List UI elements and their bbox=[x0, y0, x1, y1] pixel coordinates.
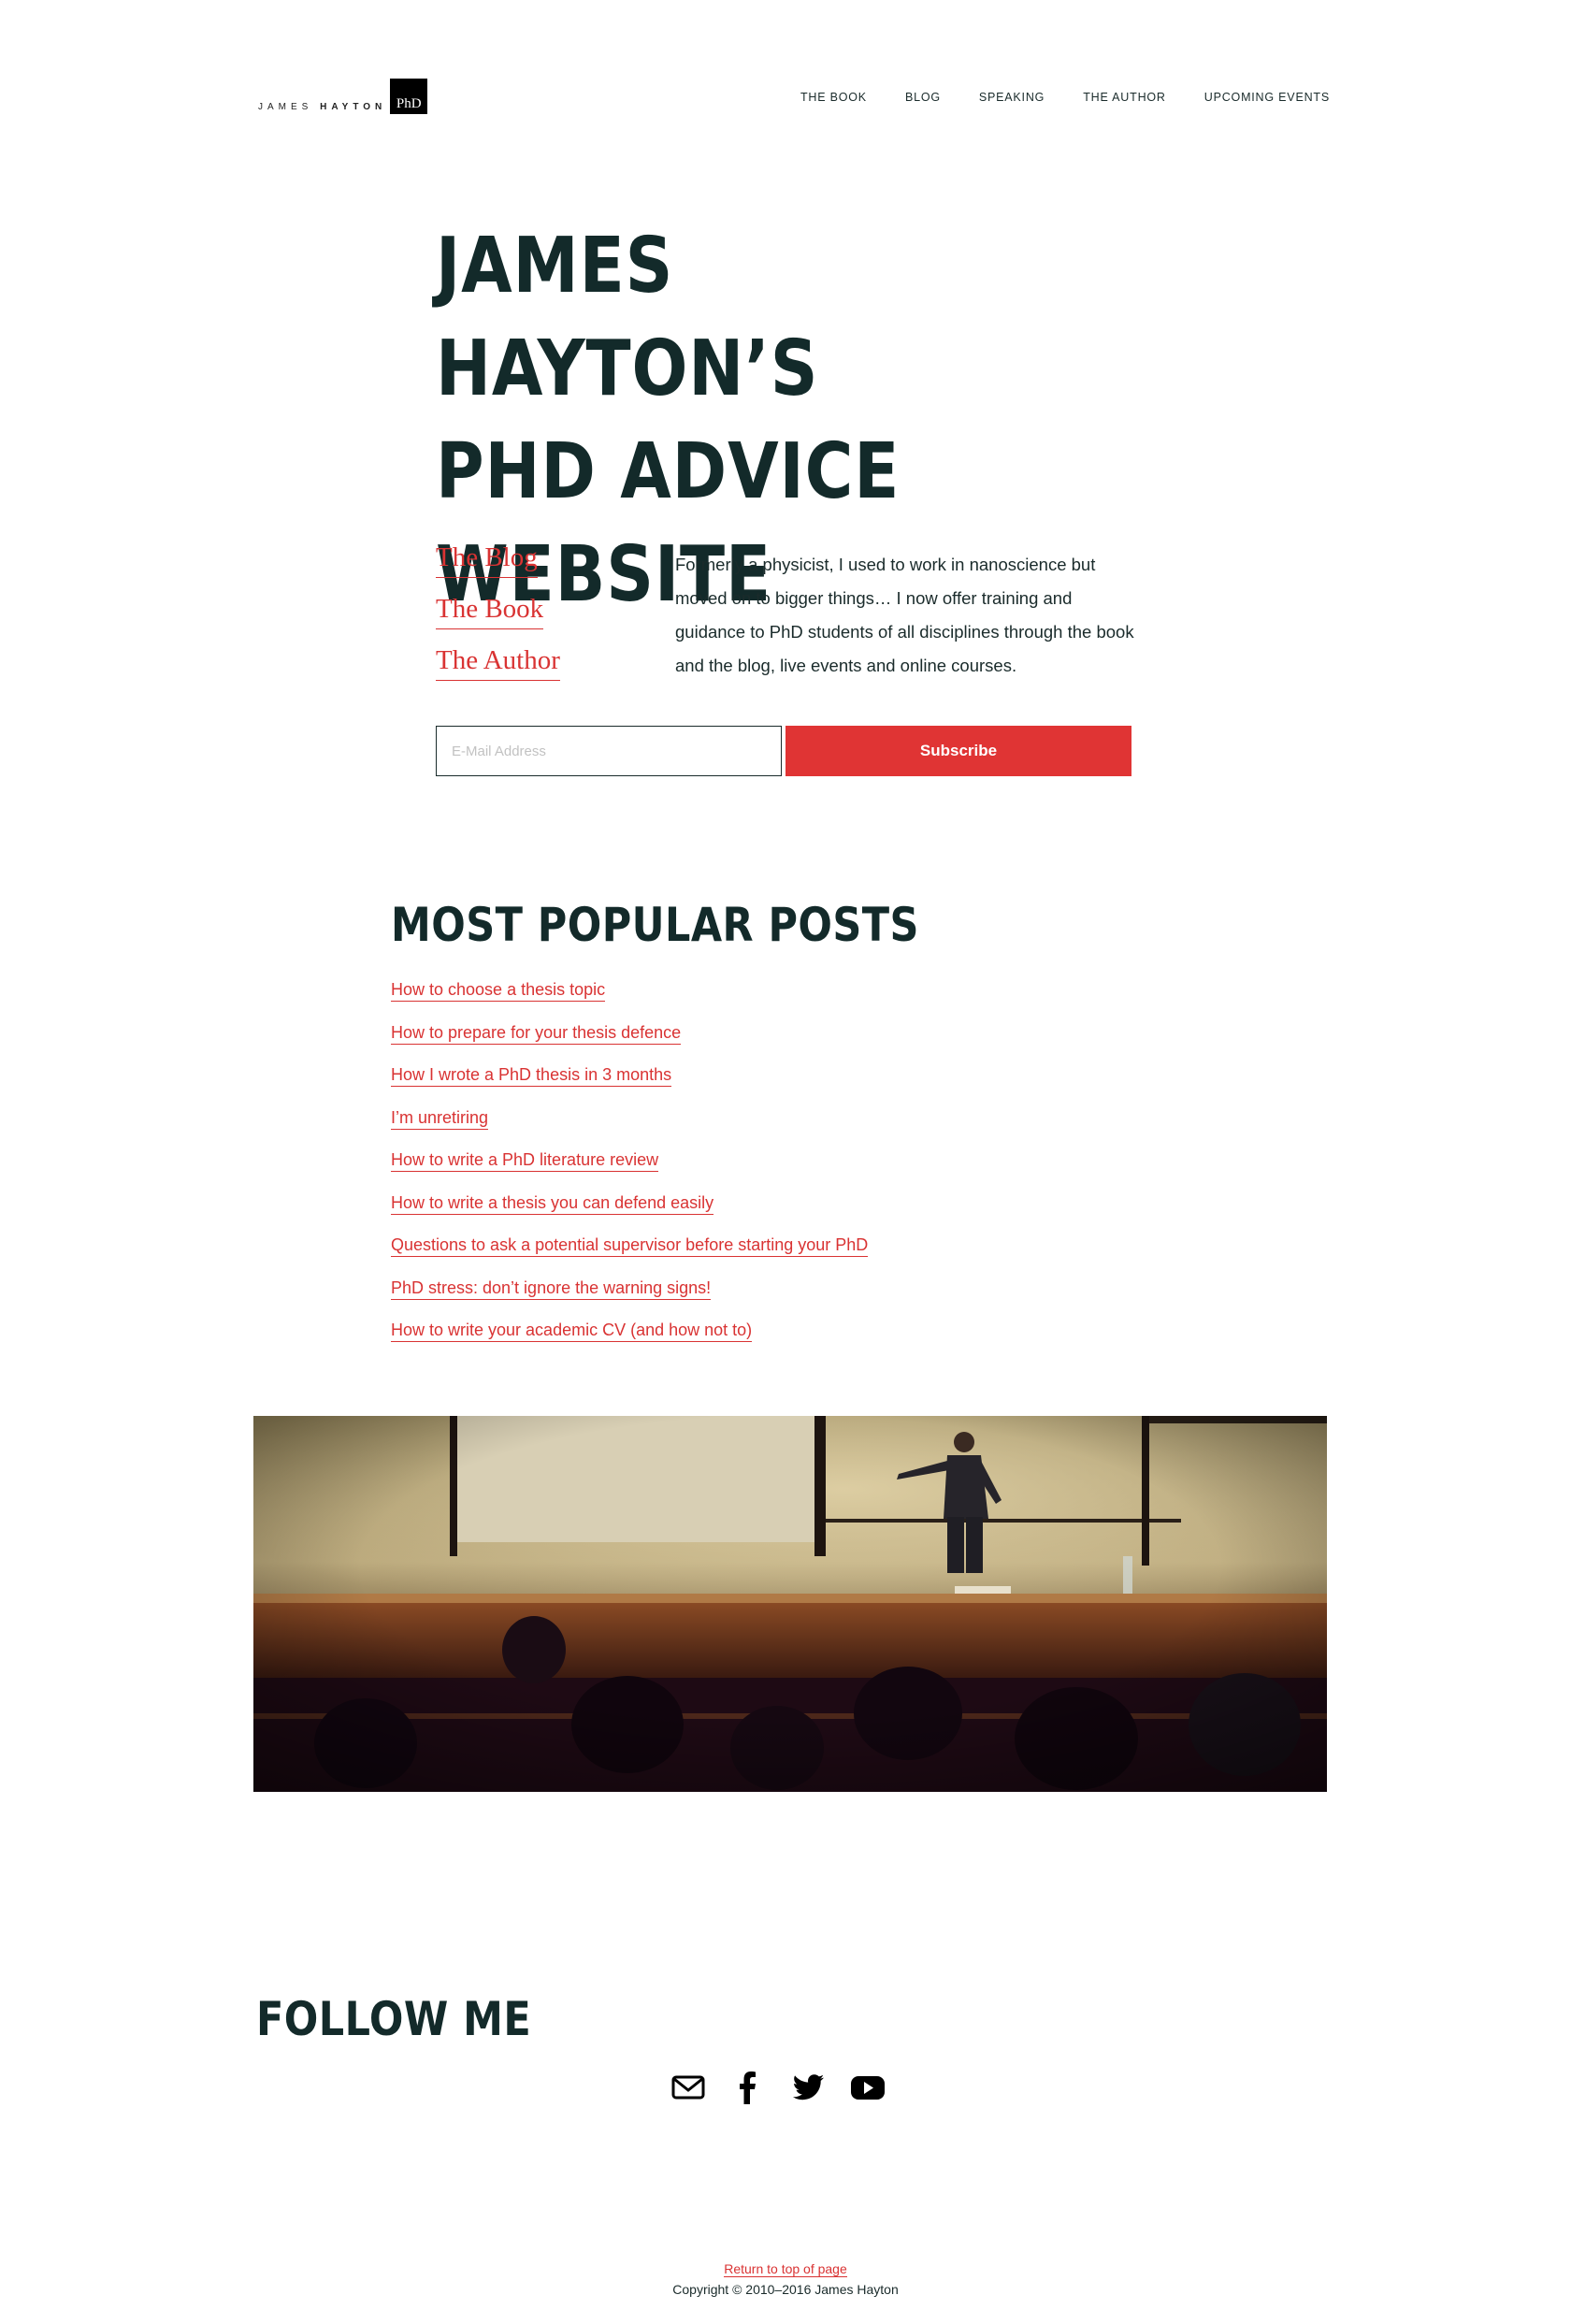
post-link[interactable]: How I wrote a PhD thesis in 3 months bbox=[391, 1065, 672, 1087]
social-links bbox=[670, 2069, 909, 2106]
follow-heading: Follow Me bbox=[256, 1992, 532, 2046]
logo-last-name: HAYTON bbox=[320, 102, 387, 112]
post-link[interactable]: How to write a PhD literature review bbox=[391, 1150, 659, 1172]
email-field[interactable] bbox=[436, 726, 782, 776]
list-item: I’m unretiring bbox=[391, 1107, 868, 1151]
youtube-icon[interactable] bbox=[849, 2069, 886, 2106]
list-item: How to prepare for your thesis defence bbox=[391, 1022, 868, 1066]
page-title-line: PhD Advice bbox=[436, 427, 901, 516]
page-title-line: James Hayton’s bbox=[436, 222, 819, 413]
lecture-photo bbox=[253, 1416, 1327, 1792]
nav-blog[interactable]: Blog bbox=[905, 91, 941, 104]
main-nav: The Book Blog Speaking The Author Upcomi… bbox=[762, 91, 1330, 104]
list-item: How to write a thesis you can defend eas… bbox=[391, 1192, 868, 1236]
list-item: How I wrote a PhD thesis in 3 months bbox=[391, 1065, 868, 1108]
subscribe-button[interactable]: Subscribe bbox=[786, 726, 1131, 776]
list-item: How to write a PhD literature review bbox=[391, 1150, 868, 1193]
hero-link-blog[interactable]: The Blog bbox=[436, 542, 538, 578]
post-link[interactable]: How to write a thesis you can defend eas… bbox=[391, 1192, 714, 1215]
list-item: How to choose a thesis topic bbox=[391, 980, 868, 1023]
list-item: How to write your academic CV (and how n… bbox=[391, 1321, 868, 1364]
post-link[interactable]: I’m unretiring bbox=[391, 1107, 489, 1130]
post-link[interactable]: PhD stress: don’t ignore the warning sig… bbox=[391, 1277, 712, 1300]
popular-posts-list: How to choose a thesis topic How to prep… bbox=[391, 980, 869, 1364]
post-link[interactable]: Questions to ask a potential supervisor … bbox=[391, 1235, 869, 1257]
site-footer: Return to top of page Copyright © 2010–2… bbox=[0, 2259, 1571, 2300]
copyright: Copyright © 2010–2016 James Hayton bbox=[672, 2282, 899, 2297]
return-to-top-link[interactable]: Return to top of page bbox=[724, 2261, 847, 2277]
newsletter-form: Subscribe bbox=[436, 726, 1131, 776]
email-icon[interactable] bbox=[670, 2069, 707, 2106]
nav-the-author[interactable]: The Author bbox=[1083, 91, 1166, 104]
hero-link-author[interactable]: The Author bbox=[436, 645, 560, 681]
post-link[interactable]: How to prepare for your thesis defence bbox=[391, 1022, 682, 1045]
site-logo[interactable]: JAMES HAYTON PhD bbox=[258, 79, 428, 114]
post-link[interactable]: How to choose a thesis topic bbox=[391, 980, 606, 1002]
logo-first-name: JAMES bbox=[258, 102, 313, 112]
list-item: PhD stress: don’t ignore the warning sig… bbox=[391, 1277, 868, 1321]
post-link[interactable]: How to write your academic CV (and how n… bbox=[391, 1321, 753, 1342]
list-item: Questions to ask a potential supervisor … bbox=[391, 1235, 869, 1278]
twitter-icon[interactable] bbox=[789, 2069, 827, 2106]
logo-badge: PhD bbox=[390, 79, 428, 114]
nav-upcoming-events[interactable]: Upcoming Events bbox=[1204, 91, 1330, 104]
nav-speaking[interactable]: Speaking bbox=[979, 91, 1045, 104]
facebook-icon[interactable] bbox=[729, 2069, 767, 2106]
hero-link-book[interactable]: The Book bbox=[436, 594, 544, 629]
hero-links: The Blog The Book The Author bbox=[436, 542, 560, 697]
popular-posts-heading: Most Popular Posts bbox=[391, 898, 919, 952]
intro-text: Formerly a physicist, I used to work in … bbox=[675, 555, 1134, 675]
nav-the-book[interactable]: The Book bbox=[800, 91, 867, 104]
